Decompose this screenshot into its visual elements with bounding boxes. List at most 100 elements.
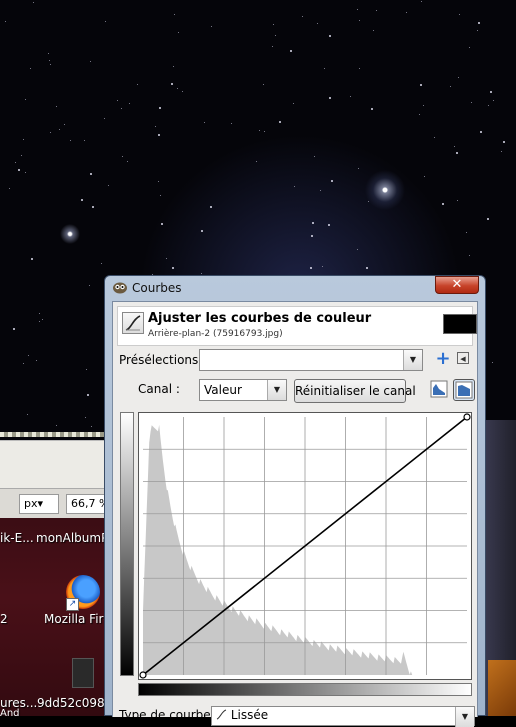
desktop-icon-label[interactable]: 2 xyxy=(0,612,8,626)
star xyxy=(272,46,273,47)
star xyxy=(503,141,505,143)
chevron-down-icon[interactable]: ▼ xyxy=(267,380,286,400)
star xyxy=(182,91,183,92)
dialog-titlebar[interactable]: Courbes ✕ xyxy=(105,276,485,300)
star xyxy=(89,285,90,286)
color-preview-swatch xyxy=(443,314,477,334)
star xyxy=(39,321,40,322)
star xyxy=(493,100,494,101)
star xyxy=(469,255,470,256)
reset-channel-button[interactable]: Réinitialiser le canal xyxy=(294,379,416,403)
star xyxy=(25,172,26,173)
shortcut-arrow-icon: ↗ xyxy=(66,598,79,611)
star xyxy=(279,121,281,123)
chevron-down-icon[interactable]: ▼ xyxy=(403,350,422,370)
curve-control-point xyxy=(463,413,471,421)
star xyxy=(81,199,83,201)
star xyxy=(127,161,128,162)
star xyxy=(87,394,89,396)
star xyxy=(21,155,22,156)
desktop-icon-label[interactable]: ik-E... xyxy=(0,531,34,545)
star xyxy=(59,129,60,130)
star xyxy=(368,201,369,202)
star xyxy=(324,68,325,69)
star xyxy=(122,156,123,157)
presets-combo[interactable]: ▼ xyxy=(199,349,423,371)
star xyxy=(450,86,451,87)
presets-label: Présélections : xyxy=(119,353,207,367)
star xyxy=(231,123,232,124)
curve-type-combo[interactable]: Lissée ▼ xyxy=(211,706,475,727)
star xyxy=(39,313,40,314)
star xyxy=(18,169,20,171)
curves-tool-icon xyxy=(122,312,144,334)
star xyxy=(92,206,94,208)
star xyxy=(201,273,202,274)
star xyxy=(359,20,360,21)
star xyxy=(174,14,175,15)
star xyxy=(359,68,360,69)
star xyxy=(159,107,161,109)
star xyxy=(263,84,264,85)
star xyxy=(290,50,292,52)
star xyxy=(317,23,318,24)
star xyxy=(459,14,460,15)
desktop-icon-label-firefox[interactable]: Mozilla Fire xyxy=(44,612,111,626)
value-gradient-horizontal xyxy=(138,683,472,696)
star xyxy=(173,66,174,67)
curve-canvas[interactable] xyxy=(139,413,471,679)
star xyxy=(90,173,92,175)
star xyxy=(30,68,31,69)
add-preset-icon[interactable]: + xyxy=(435,350,451,368)
star xyxy=(264,131,265,132)
star xyxy=(101,263,102,264)
star xyxy=(70,140,71,141)
menu-arrow-icon[interactable]: ◀ xyxy=(457,352,469,364)
star xyxy=(48,53,49,54)
linear-histogram-icon[interactable] xyxy=(430,380,448,398)
desktop-icon-label[interactable]: monAlbumP xyxy=(36,531,108,545)
star xyxy=(155,126,156,127)
star xyxy=(293,103,294,104)
dialog-client-area: Ajuster les courbes de couleur Arrière-p… xyxy=(112,301,478,727)
desktop-wallpaper-fragment xyxy=(488,660,516,716)
curve-control-point xyxy=(139,671,147,679)
star xyxy=(477,30,478,31)
channel-combo[interactable]: Valeur ▼ xyxy=(199,379,287,401)
star xyxy=(320,190,321,191)
file-icon[interactable] xyxy=(72,658,94,688)
log-histogram-icon[interactable] xyxy=(453,379,475,401)
dialog-subtitle: Arrière-plan-2 (75916793.jpg) xyxy=(148,329,283,339)
close-icon: ✕ xyxy=(451,277,463,292)
star xyxy=(456,152,458,154)
chevron-down-icon[interactable]: ▼ xyxy=(455,707,474,727)
star xyxy=(161,223,163,225)
star xyxy=(13,328,15,330)
star xyxy=(27,414,28,415)
star xyxy=(421,1,422,2)
window-title: Courbes xyxy=(132,281,182,295)
channel-value: Valeur xyxy=(204,383,242,397)
star xyxy=(350,96,351,97)
star xyxy=(56,425,57,426)
curve-graph[interactable] xyxy=(138,412,472,680)
star xyxy=(259,130,260,131)
desktop-icon-sublabel: And xyxy=(0,708,20,719)
star xyxy=(322,266,323,267)
star xyxy=(376,10,377,11)
star xyxy=(312,222,314,224)
star xyxy=(158,181,159,182)
star xyxy=(49,60,50,61)
close-button[interactable]: ✕ xyxy=(435,276,479,294)
unit-select[interactable]: px▾ xyxy=(19,494,59,514)
star xyxy=(90,61,91,62)
star xyxy=(166,258,167,259)
star xyxy=(328,224,330,226)
star xyxy=(302,16,303,17)
star xyxy=(256,161,257,162)
star xyxy=(50,132,51,133)
star xyxy=(478,22,480,24)
star xyxy=(480,131,482,133)
star xyxy=(160,195,161,196)
star xyxy=(36,360,37,361)
